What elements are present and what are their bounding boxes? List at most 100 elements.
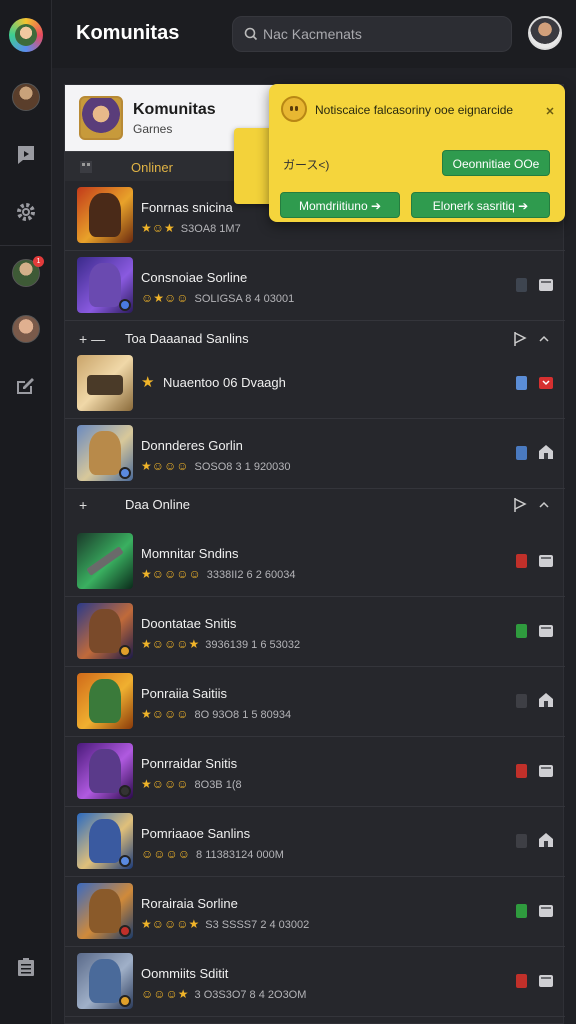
status-indicator <box>516 624 527 638</box>
list-item-name: Oommiits Sditit <box>141 966 229 981</box>
rail-settings[interactable] <box>0 183 52 241</box>
grid-icon <box>80 161 92 173</box>
emoji-badges: ★☺★ <box>141 221 175 235</box>
flag-icon[interactable] <box>513 497 527 513</box>
primary-popup-button[interactable]: Oeonnitiae OOe <box>442 150 550 176</box>
user-avatar-icon <box>12 83 40 111</box>
list-item-stats: 8 11383124 000M <box>196 849 284 861</box>
gift-icon[interactable] <box>538 622 554 638</box>
gift-icon[interactable] <box>538 552 554 568</box>
list-item-name: Pomriaaoe Sanlins <box>141 826 251 841</box>
list-item-meta: ★☺☺☺★ 3936139 1 6 53032 <box>141 637 300 651</box>
close-icon[interactable] <box>545 106 555 116</box>
section-toggle[interactable]: + <box>79 497 87 513</box>
status-indicator <box>516 278 527 292</box>
rail-list[interactable] <box>0 938 52 996</box>
online-tab-label: Onliner <box>131 160 173 175</box>
emoji-badges: ☺★☺☺ <box>141 291 189 305</box>
status-indicator <box>516 834 527 848</box>
list-item-stats: 3338II2 6 2 60034 <box>206 569 296 581</box>
status-indicator <box>516 376 527 390</box>
popup-left-button[interactable]: Momdriitiuno ➔ <box>280 192 400 218</box>
left-rail: 1 <box>0 0 52 1024</box>
section-toggle[interactable]: + — <box>79 331 105 347</box>
community-name: Komunitas <box>133 101 216 118</box>
community-logo <box>79 96 123 140</box>
list-item[interactable]: Ponrraidar Snitis ★☺☺☺ 8O3B 1(8 <box>65 737 565 807</box>
list-item-stats: SOSO8 3 1 920030 <box>194 461 291 473</box>
list-item-name: Momnitar Sndins <box>141 546 239 561</box>
section-header[interactable]: + Daa Online <box>65 487 565 523</box>
list-item-name: Consnoiae Sorline <box>141 270 248 285</box>
gift-icon[interactable] <box>538 972 554 988</box>
popup-right-button[interactable]: Elonerk sasritiq ➔ <box>411 192 550 218</box>
chevron-up-icon[interactable] <box>537 332 551 346</box>
emoji-badges: ★☺☺☺ <box>141 707 189 721</box>
list-item[interactable]: Doontatae Snitis ★☺☺☺★ 3936139 1 6 53032 <box>65 597 565 667</box>
friend-avatar-icon <box>12 315 40 343</box>
list-item-name: Doontatae Snitis <box>141 616 237 631</box>
list-item-name: Ponrraidar Snitis <box>141 756 238 771</box>
notification-avatar-icon: 1 <box>12 256 44 287</box>
rail-friend[interactable] <box>0 300 52 358</box>
house-icon[interactable] <box>538 444 554 460</box>
gift-icon[interactable] <box>538 276 554 292</box>
list-item-stats: 8O3B 1(8 <box>194 779 242 791</box>
list-item[interactable]: Rorairaia Sorline ★☺☺☺★ S3 SSSS7 2 4 0300… <box>65 877 565 947</box>
emoji-badges: ★ <box>141 374 155 391</box>
notification-popup: Notiscaice falcasoriny ooe eignarcide ガー… <box>269 84 565 222</box>
game-thumbnail <box>77 813 133 869</box>
emoji-badges: ★☺☺☺ <box>141 459 189 473</box>
emoji-badges: ☺☺☺☺ <box>141 847 191 861</box>
emoji-badges: ★☺☺☺★ <box>141 917 200 931</box>
emoji-badges: ★☺☺☺☺ <box>141 567 201 581</box>
game-thumbnail <box>77 533 133 589</box>
status-indicator <box>516 764 527 778</box>
list-item-name: Rorairaia Sorline <box>141 896 238 911</box>
gift-icon[interactable] <box>538 374 554 390</box>
chevron-up-icon[interactable] <box>537 498 551 512</box>
list-item[interactable]: Donnderes Gorlin ★☺☺☺ SOSO8 3 1 920030 <box>65 419 565 489</box>
status-indicator <box>516 554 527 568</box>
gift-icon[interactable] <box>538 762 554 778</box>
emoji-badges: ☺☺☺★ <box>141 987 189 1001</box>
search-input[interactable] <box>263 17 503 51</box>
list-item[interactable]: Momnitar Sndins ★☺☺☺☺ 3338II2 6 2 60034 <box>65 527 565 597</box>
house-icon[interactable] <box>538 692 554 708</box>
rail-edit[interactable] <box>0 356 52 414</box>
list-item-name: Donnderes Gorlin <box>141 438 243 453</box>
gear-icon <box>17 203 35 221</box>
list-item[interactable]: Nuaentoo 06 Dvaagh ★ <box>65 349 565 419</box>
list-item-meta: ☺☺☺★ 3 O3S3O7 8 4 2O3OM <box>141 987 306 1001</box>
status-indicator <box>516 974 527 988</box>
house-icon[interactable] <box>538 832 554 848</box>
rail-chat[interactable] <box>0 126 52 184</box>
user-avatar[interactable] <box>528 16 562 50</box>
status-indicator <box>516 694 527 708</box>
top-header: Komunitas <box>52 0 576 68</box>
list-item-stats: 3 O3S3O7 8 4 2O3OM <box>194 989 307 1001</box>
list-item[interactable]: Ponraiia Saitiis ★☺☺☺ 8O 93O8 1 5 80934 <box>65 667 565 737</box>
list-item[interactable]: Oommiits Sditit ☺☺☺★ 3 O3S3O7 8 4 2O3OM <box>65 947 565 1017</box>
game-thumbnail <box>77 883 133 939</box>
list-item-stats: 3936139 1 6 53032 <box>205 639 301 651</box>
flag-icon[interactable] <box>513 331 527 347</box>
emoji-face-icon <box>281 96 307 122</box>
app-logo[interactable] <box>0 6 52 64</box>
rail-profile[interactable] <box>0 68 52 126</box>
list-item[interactable]: Pomriaaoe Sanlins ☺☺☺☺ 8 11383124 000M <box>65 807 565 877</box>
search-box[interactable] <box>232 16 512 52</box>
rail-notifications[interactable]: 1 <box>0 244 52 302</box>
gift-icon[interactable] <box>538 902 554 918</box>
game-thumbnail <box>77 355 133 411</box>
list-item-meta: ★☺☺☺★ S3 SSSS7 2 4 03002 <box>141 917 309 931</box>
game-thumbnail <box>77 673 133 729</box>
game-thumbnail <box>77 257 133 313</box>
list-item[interactable]: Consnoiae Sorline ☺★☺☺ SOLIGSA 8 4 03001 <box>65 251 565 321</box>
list-item-meta: ★☺★ S3OA8 1M7 <box>141 221 241 235</box>
game-thumbnail <box>77 743 133 799</box>
list-item-meta: ☺☺☺☺ 8 11383124 000M <box>141 847 284 861</box>
community-panel: Komunitas Garnes Onliner Fonrnas snicina… <box>64 84 565 1024</box>
list-item-stats: 8O 93O8 1 5 80934 <box>194 709 292 721</box>
section-title: Daa Online <box>125 497 191 512</box>
